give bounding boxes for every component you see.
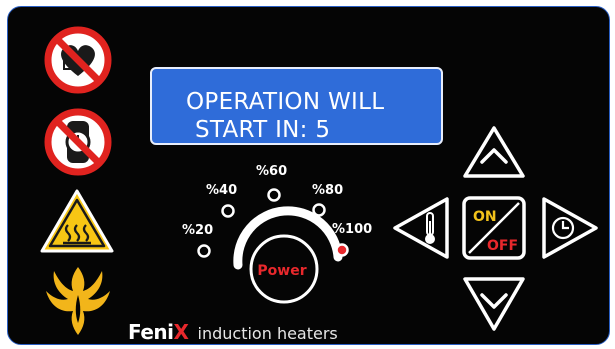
up-button[interactable] [461,124,527,180]
on-label: ON [473,209,497,225]
device-frame: OPERATION WILL START IN: 5 Power %20 %40… [0,0,615,349]
level-label-40: %40 [206,183,238,198]
power-knob[interactable]: Power [233,206,344,317]
brand-name-main: Feni [128,320,174,344]
off-label: OFF [487,238,518,254]
level-label-80: %80 [312,183,344,198]
phoenix-logo-icon [46,267,110,335]
display-line-1: OPERATION WILL [186,89,385,115]
on-off-button[interactable]: ON OFF [461,195,527,261]
timer-button[interactable] [538,195,600,261]
hot-surface-icon [40,189,114,253]
brand-wordmark: FeniX induction heaters [128,320,338,344]
brand-subtitle: induction heaters [197,324,338,343]
no-metal-watch-icon [44,108,112,176]
level-dot-20[interactable] [196,243,212,259]
level-dot-60[interactable] [266,187,282,203]
level-dot-40[interactable] [220,203,236,219]
down-button[interactable] [461,275,527,333]
lcd-display: OPERATION WILL START IN: 5 [150,67,443,145]
brand-name: FeniX [128,320,189,344]
display-line-2: START IN: 5 [195,117,331,143]
level-label-100: %100 [332,222,373,237]
level-dot-80[interactable] [311,202,327,218]
brand-name-accent: X [173,320,189,344]
level-dot-100[interactable] [334,242,350,258]
power-knob-label: Power [257,263,306,279]
temperature-button[interactable] [391,195,453,261]
level-label-20: %20 [182,223,214,238]
control-panel: OPERATION WILL START IN: 5 Power %20 %40… [7,6,610,345]
level-label-60: %60 [256,164,288,179]
no-pacemaker-icon [44,26,112,94]
